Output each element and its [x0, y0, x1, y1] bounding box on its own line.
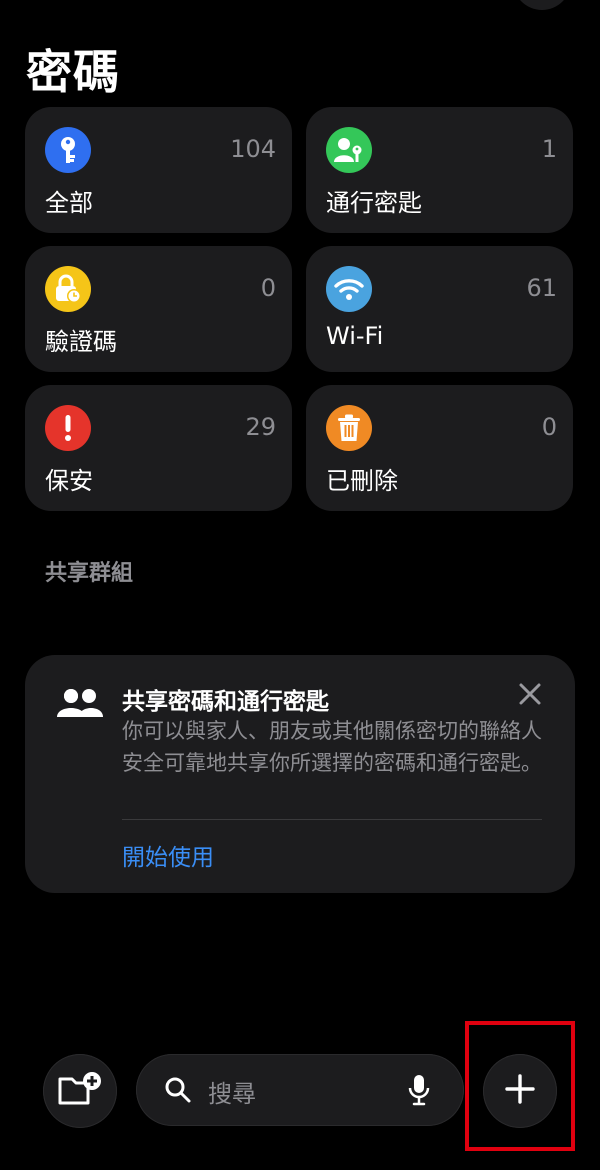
shared-groups-heading: 共享群組 [45, 561, 134, 586]
category-count: 29 [245, 413, 276, 441]
category-label: Wi-Fi [326, 322, 384, 350]
search-icon [164, 1076, 192, 1108]
exclamation-icon [45, 405, 91, 451]
get-started-link[interactable]: 開始使用 [122, 838, 214, 872]
card-description: 你可以與家人、朋友或其他關係密切的聯絡人安全可靠地共享你所選擇的密碼和通行密匙。 [122, 719, 542, 775]
category-count: 1 [541, 135, 557, 163]
lock-clock-icon [45, 266, 91, 312]
category-count: 61 [526, 274, 557, 302]
person-key-icon [326, 127, 372, 173]
category-tile-all[interactable]: 104 全部 [25, 107, 292, 233]
category-tile-wifi[interactable]: 61 Wi-Fi [306, 246, 573, 372]
highlight-box [465, 1021, 575, 1151]
category-label: 保安 [45, 467, 93, 495]
top-button[interactable] [513, 0, 571, 10]
share-passwords-card: 共享密碼和通行密匙 你可以與家人、朋友或其他關係密切的聯絡人安全可靠地共享你所選… [25, 655, 575, 893]
close-icon[interactable] [515, 679, 545, 709]
people-icon [57, 687, 103, 723]
category-tile-security[interactable]: 29 保安 [25, 385, 292, 511]
folder-plus-icon [58, 1071, 102, 1111]
category-label: 通行密匙 [326, 189, 422, 217]
page-title: 密碼 [26, 45, 120, 99]
category-tile-verification-codes[interactable]: 0 驗證碼 [25, 246, 292, 372]
search-field[interactable]: 搜尋 [136, 1054, 464, 1126]
trash-icon [326, 405, 372, 451]
microphone-icon[interactable] [408, 1074, 430, 1110]
card-title: 共享密碼和通行密匙 [122, 689, 329, 715]
category-count: 0 [541, 413, 557, 441]
key-icon [45, 127, 91, 173]
category-label: 已刪除 [326, 467, 398, 495]
search-placeholder: 搜尋 [208, 1080, 256, 1108]
category-tile-passkeys[interactable]: 1 通行密匙 [306, 107, 573, 233]
category-label: 全部 [45, 189, 93, 217]
category-count: 0 [260, 274, 276, 302]
category-label: 驗證碼 [45, 328, 117, 356]
wifi-icon [326, 266, 372, 312]
category-count: 104 [230, 135, 276, 163]
category-tile-deleted[interactable]: 0 已刪除 [306, 385, 573, 511]
divider [122, 819, 542, 820]
new-folder-button[interactable] [43, 1054, 117, 1128]
